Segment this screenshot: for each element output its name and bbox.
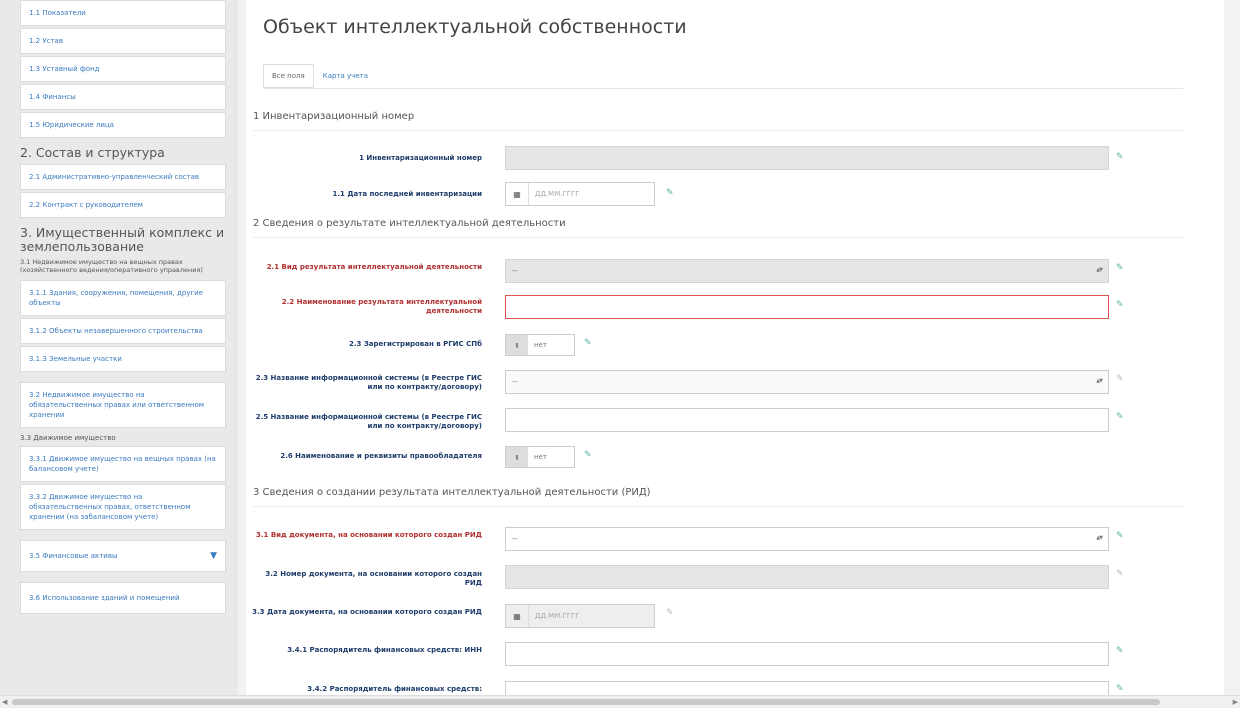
toggle-knob: ▮ (506, 335, 528, 355)
section-divider (253, 506, 1183, 507)
select-value: -- (512, 377, 518, 386)
section-title: 1 Инвентаризационный номер (253, 111, 415, 122)
sidebar-item[interactable]: 1.1 Показатели (20, 0, 226, 26)
date-placeholder: ДД.ММ.ГГГГ (535, 612, 580, 620)
info-system-select[interactable]: -- (505, 370, 1109, 394)
comment-icon[interactable]: ✎ (1116, 569, 1124, 579)
comment-icon[interactable]: ✎ (1116, 412, 1124, 422)
sidebar-item[interactable]: 3.6 Использование зданий и помещений (20, 582, 226, 614)
sidebar-section-title: 3. Имущественный комплекс и землепользов… (20, 225, 225, 254)
info-system-name-input[interactable] (505, 408, 1109, 432)
horizontal-scrollbar[interactable]: ◀ ▶ (0, 695, 1240, 708)
scroll-left-icon[interactable]: ◀ (2, 698, 7, 706)
comment-icon[interactable]: ✎ (666, 608, 674, 618)
field-label: 2.6 Наименование и реквизиты правооблада… (280, 452, 482, 460)
comment-icon[interactable]: ✎ (1116, 646, 1124, 656)
select-value: -- (512, 266, 518, 275)
sidebar-item[interactable]: 1.4 Финансы (20, 84, 226, 110)
scroll-right-icon[interactable]: ▶ (1233, 698, 1238, 706)
section-divider (253, 130, 1183, 131)
field-label: 3.4.2 Распорядитель финансовых средств: (307, 685, 482, 693)
field-label: 3.4.1 Распорядитель финансовых средств: … (287, 646, 482, 654)
section-title: 3 Сведения о создании результата интелле… (253, 487, 651, 498)
sidebar-section-title: 2. Состав и структура (20, 145, 165, 160)
result-type-select[interactable]: -- (505, 259, 1109, 283)
field-label: 2.3 Зарегистрирован в РГИС СПб (349, 340, 482, 348)
field-label: 1 Инвентаризационный номер (359, 154, 482, 162)
sidebar-item[interactable]: 3.1.1 Здания, сооружения, помещения, дру… (20, 280, 226, 316)
sidebar-item[interactable]: 1.3 Уставный фонд (20, 56, 226, 82)
sidebar-item[interactable]: 2.2 Контракт с руководителем (20, 192, 226, 218)
document-date[interactable]: ▦ ДД.ММ.ГГГГ (505, 604, 655, 628)
comment-icon[interactable]: ✎ (1116, 374, 1124, 384)
tab-account-card[interactable]: Карта учета (313, 64, 377, 88)
sidebar-label: 3.3 Движимое имущество (20, 434, 116, 442)
sidebar-item[interactable]: 3.1.2 Объекты незавершенного строительст… (20, 318, 226, 344)
field-label: 2.3 Название информационной системы (в Р… (255, 374, 482, 391)
sidebar-item[interactable]: 3.1.3 Земельные участки (20, 346, 226, 372)
field-label: 3.2 Номер документа, на основании которо… (265, 570, 482, 587)
comment-icon[interactable]: ✎ (584, 450, 592, 460)
sidebar-item[interactable]: 2.1 Административно-управленческий соста… (20, 164, 226, 190)
field-label-required: 2.1 Вид результата интеллектуальной деят… (266, 263, 482, 271)
toggle-label: нет (534, 341, 547, 349)
tabs-divider (263, 88, 1183, 89)
tab-all-fields[interactable]: Все поля (263, 64, 314, 88)
comment-icon[interactable]: ✎ (666, 188, 674, 198)
fund-manager-inn-input[interactable] (505, 642, 1109, 666)
sidebar-item[interactable]: 3.3.1 Движимое имущество на вещных права… (20, 446, 226, 482)
scrollbar-thumb[interactable] (12, 699, 1160, 705)
fund-manager-input[interactable] (505, 681, 1109, 695)
sidebar-item[interactable]: 3.2 Недвижимое имущество на обязательств… (20, 382, 226, 428)
chevron-down-icon[interactable]: ▼ (210, 551, 217, 561)
page-title: Объект интеллектуальной собственности (263, 16, 687, 38)
document-number-input[interactable] (505, 565, 1109, 589)
comment-icon[interactable]: ✎ (584, 338, 592, 348)
comment-icon[interactable]: ✎ (1116, 263, 1124, 273)
field-label-required: 3.1 Вид документа, на основании которого… (255, 531, 482, 539)
field-label: 3.3 Дата документа, на основании которог… (252, 608, 482, 616)
date-placeholder: ДД.ММ.ГГГГ (535, 190, 580, 198)
sidebar-subtitle: 3.1 Недвижимое имущество на вещных права… (20, 258, 203, 274)
document-type-select[interactable]: -- (505, 527, 1109, 551)
field-label: 1.1 Дата последней инвентаризации (332, 190, 482, 198)
comment-icon[interactable]: ✎ (1116, 300, 1124, 310)
result-name-input[interactable] (505, 295, 1109, 319)
last-inventory-date[interactable]: ▦ ДД.ММ.ГГГГ (505, 182, 655, 206)
inventory-number-input[interactable] (505, 146, 1109, 170)
select-value: -- (512, 534, 518, 543)
sidebar-item[interactable]: 1.5 Юридические лица (20, 112, 226, 138)
sidebar-item[interactable]: 1.2 Устав (20, 28, 226, 54)
field-label-required: 2.2 Наименование результата интеллектуал… (281, 298, 482, 315)
comment-icon[interactable]: ✎ (1116, 531, 1124, 541)
sidebar-item[interactable]: 3.3.2 Движимое имущество на обязательств… (20, 484, 226, 530)
rightholder-toggle[interactable]: ▮ нет (505, 446, 575, 468)
comment-icon[interactable]: ✎ (1116, 152, 1124, 162)
sidebar-item-label: 3.5 Финансовые активы (29, 552, 118, 560)
toggle-knob: ▮ (506, 447, 528, 467)
section-title: 2 Сведения о результате интеллектуальной… (253, 218, 566, 229)
calendar-icon[interactable]: ▦ (506, 605, 529, 627)
tabs: Все поля Карта учета (263, 64, 377, 88)
sidebar-item-financial-assets[interactable]: 3.5 Финансовые активы ▼ (20, 540, 226, 572)
field-label: 2.5 Название информационной системы (в Р… (255, 413, 482, 430)
registered-toggle[interactable]: ▮ нет (505, 334, 575, 356)
main-content: Объект интеллектуальной собственности Вс… (246, 0, 1224, 695)
calendar-icon[interactable]: ▦ (506, 183, 529, 205)
sidebar: 1.1 Показатели 1.2 Устав 1.3 Уставный фо… (0, 0, 238, 695)
comment-icon[interactable]: ✎ (1116, 684, 1124, 694)
section-divider (253, 237, 1183, 238)
toggle-label: нет (534, 453, 547, 461)
